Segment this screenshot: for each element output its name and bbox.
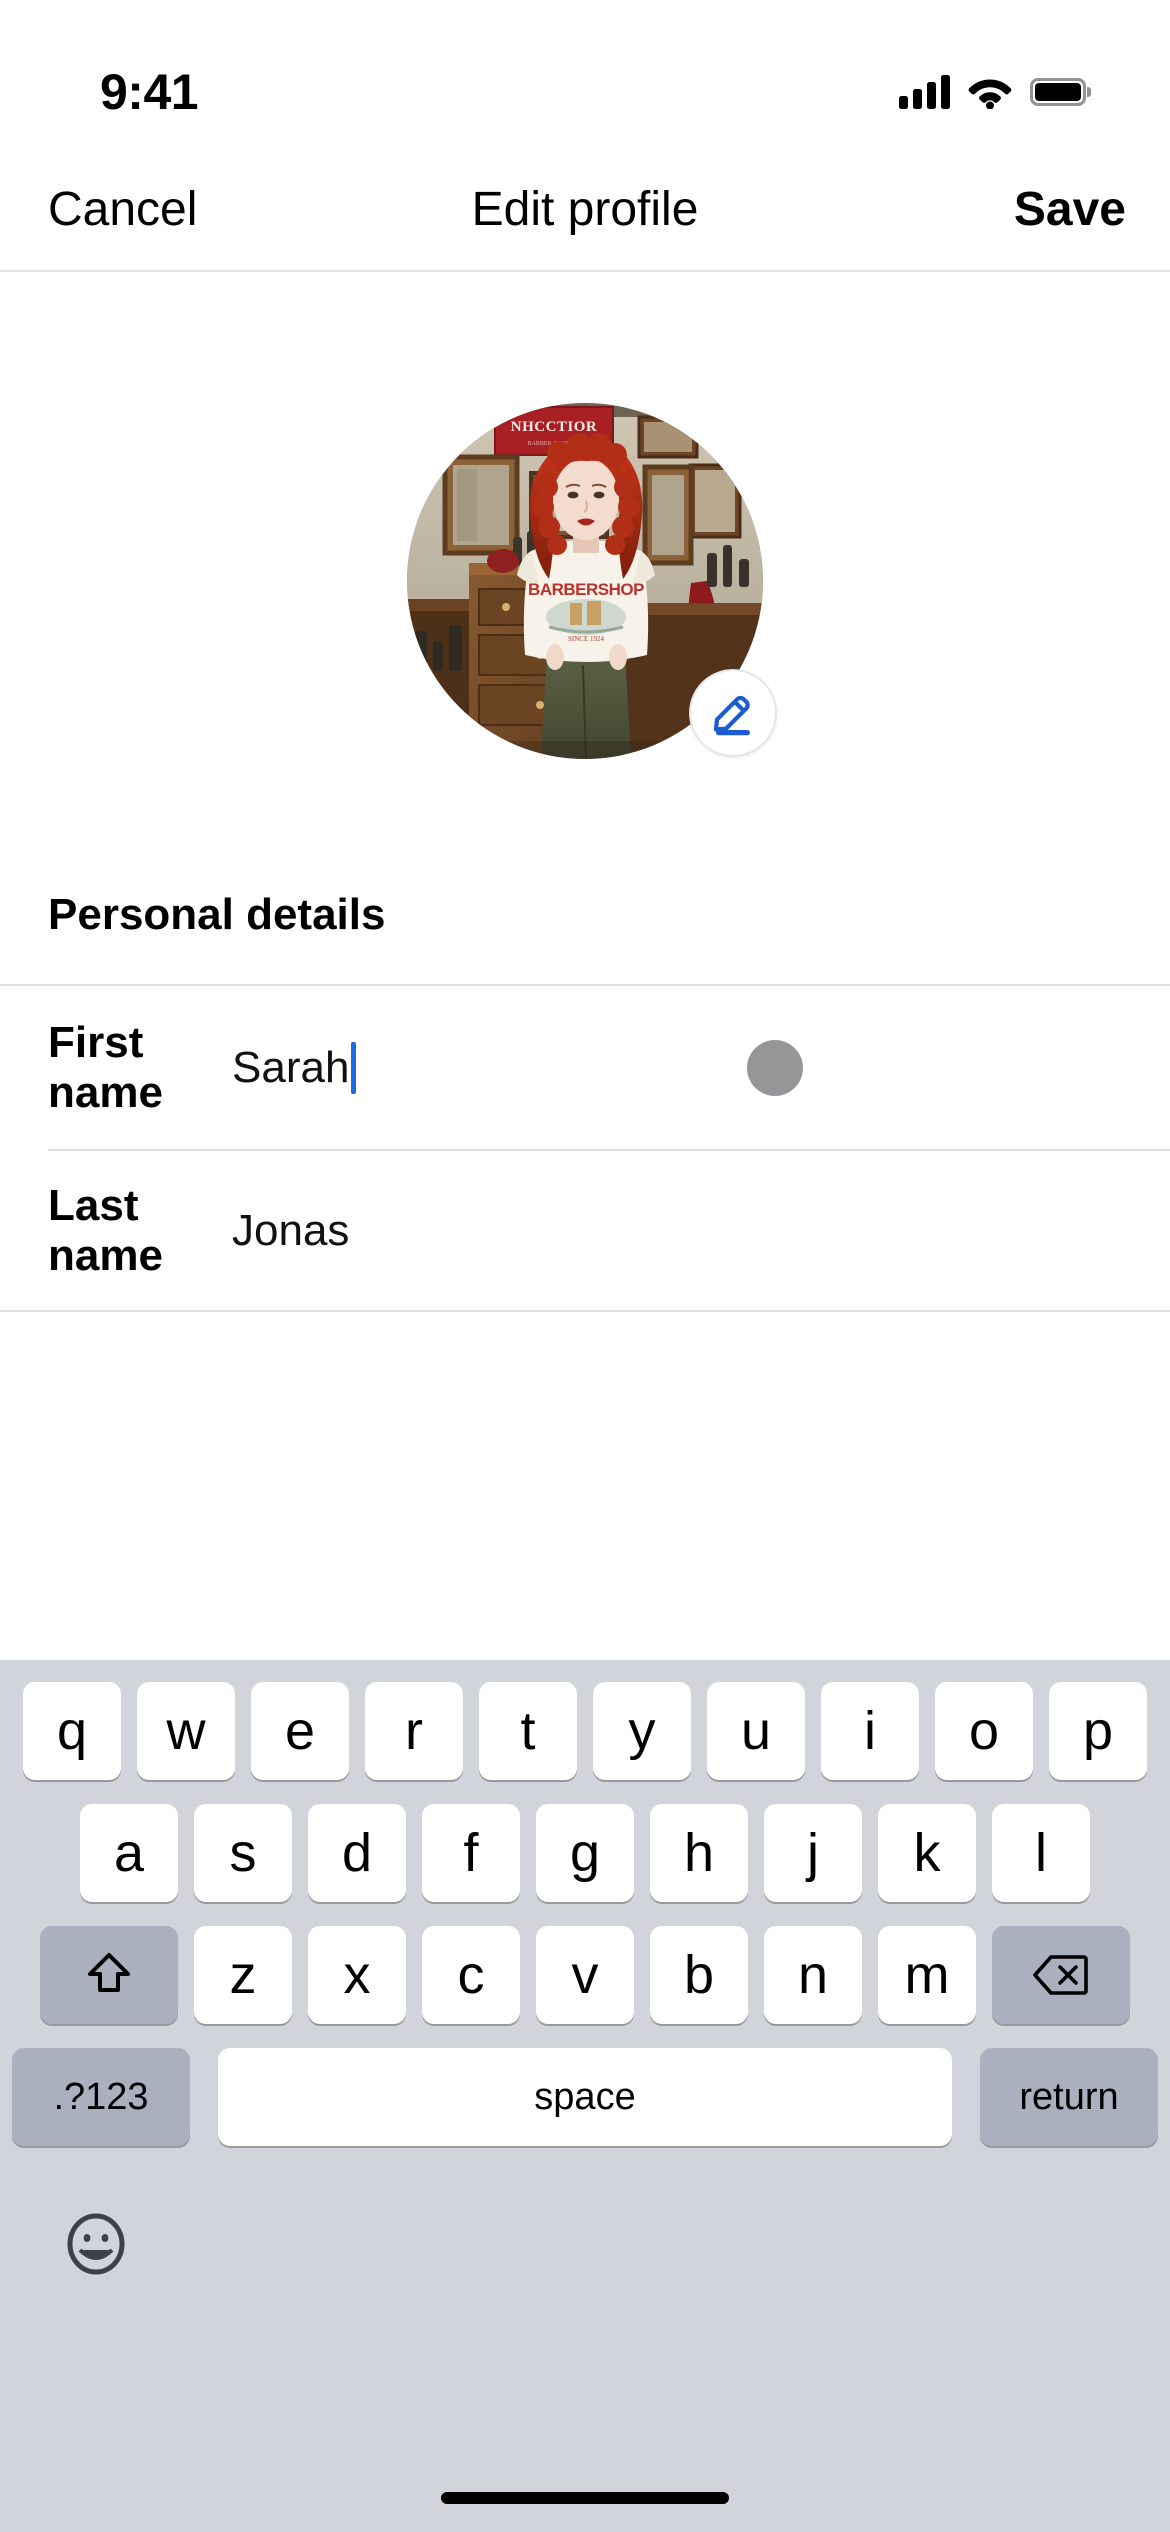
key-w[interactable]: w: [137, 1682, 235, 1780]
key-x[interactable]: x: [308, 1926, 406, 2024]
shift-arrow-icon: [88, 1953, 130, 1992]
key-n[interactable]: n: [764, 1926, 862, 2024]
key-r[interactable]: r: [365, 1682, 463, 1780]
text-caret: [351, 1041, 357, 1094]
key-j[interactable]: j: [764, 1804, 862, 1902]
edit-photo-button[interactable]: [689, 669, 777, 757]
return-key[interactable]: return: [980, 2048, 1158, 2146]
key-v[interactable]: v: [536, 1926, 634, 2024]
home-indicator[interactable]: [441, 2492, 729, 2504]
key-o[interactable]: o: [935, 1682, 1033, 1780]
key-p[interactable]: p: [1049, 1682, 1147, 1780]
key-g[interactable]: g: [536, 1804, 634, 1902]
status-bar-time: 9:41: [100, 64, 199, 120]
battery-full-icon: [1030, 78, 1086, 106]
keyboard-row-1: q w e r t y u i o p: [0, 1682, 1170, 1780]
clear-first-name-button[interactable]: [747, 1039, 803, 1096]
key-a[interactable]: a: [80, 1804, 178, 1902]
svg-text:BARBERSHOP: BARBERSHOP: [528, 580, 644, 599]
space-key[interactable]: space: [218, 2048, 952, 2146]
profile-photo-section: NHCCTIOR BARBER SHOP EST: [0, 272, 1170, 890]
last-name-input[interactable]: Jonas: [232, 1206, 349, 1256]
navigation-bar: Cancel Edit profile Save: [0, 148, 1170, 272]
keyboard-row-2: a s d f g h j k l: [0, 1804, 1170, 1902]
key-i[interactable]: i: [821, 1682, 919, 1780]
status-bar: 9:41: [0, 0, 1170, 148]
key-u[interactable]: u: [707, 1682, 805, 1780]
key-f[interactable]: f: [422, 1804, 520, 1902]
save-button[interactable]: Save: [1014, 182, 1126, 237]
pencil-edit-icon: [713, 695, 750, 736]
first-name-row[interactable]: First name Sarah: [0, 986, 1170, 1149]
key-h[interactable]: h: [650, 1804, 748, 1902]
cellular-signal-icon: [899, 75, 950, 109]
key-z[interactable]: z: [194, 1926, 292, 2024]
last-name-label: Last name: [48, 1180, 163, 1280]
key-s[interactable]: s: [194, 1804, 292, 1902]
svg-text:SINCE 1924: SINCE 1924: [568, 635, 604, 643]
key-y[interactable]: y: [593, 1682, 691, 1780]
key-q[interactable]: q: [23, 1682, 121, 1780]
keyboard-row-4: .?123 space return: [0, 2048, 1170, 2146]
numbers-key[interactable]: .?123: [12, 2048, 190, 2146]
form-bottom-divider: [0, 1310, 1170, 1312]
last-name-row[interactable]: Last name Jonas: [0, 1149, 1170, 1312]
key-d[interactable]: d: [308, 1804, 406, 1902]
first-name-input[interactable]: Sarah: [232, 1043, 349, 1093]
status-bar-indicators: [899, 75, 1086, 109]
section-header-personal-details: Personal details: [48, 890, 386, 939]
delete-key[interactable]: [992, 1926, 1130, 2024]
onscreen-keyboard: q w e r t y u i o p a s d f g h j k l z …: [0, 1660, 1170, 2532]
wifi-icon: [968, 79, 1012, 109]
last-name-input-wrap[interactable]: Jonas: [232, 1206, 1122, 1256]
key-k[interactable]: k: [878, 1804, 976, 1902]
shift-key[interactable]: [40, 1926, 178, 2024]
keyboard-row-3: z x c v b n m: [0, 1926, 1170, 2024]
backspace-delete-icon: [1033, 1955, 1088, 1995]
emoji-key[interactable]: [64, 2212, 128, 2276]
key-t[interactable]: t: [479, 1682, 577, 1780]
first-name-label: First name: [48, 1017, 163, 1117]
emoji-smiley-icon: [67, 2213, 125, 2275]
iphone-screen: 9:41 Cancel Edit profile Save NHCCTIOR B…: [0, 0, 1170, 2532]
key-c[interactable]: c: [422, 1926, 520, 2024]
keyboard-bottom-bar: [0, 2170, 1170, 2300]
svg-text:NHCCTIOR: NHCCTIOR: [511, 419, 598, 435]
first-name-input-wrap[interactable]: Sarah: [232, 1039, 1122, 1096]
key-b[interactable]: b: [650, 1926, 748, 2024]
avatar-wrapper: NHCCTIOR BARBER SHOP EST: [407, 403, 777, 759]
key-e[interactable]: e: [251, 1682, 349, 1780]
key-l[interactable]: l: [992, 1804, 1090, 1902]
page-title: Edit profile: [471, 182, 699, 236]
key-m[interactable]: m: [878, 1926, 976, 2024]
personal-details-form: First name Sarah Last name Jonas: [0, 984, 1170, 1312]
